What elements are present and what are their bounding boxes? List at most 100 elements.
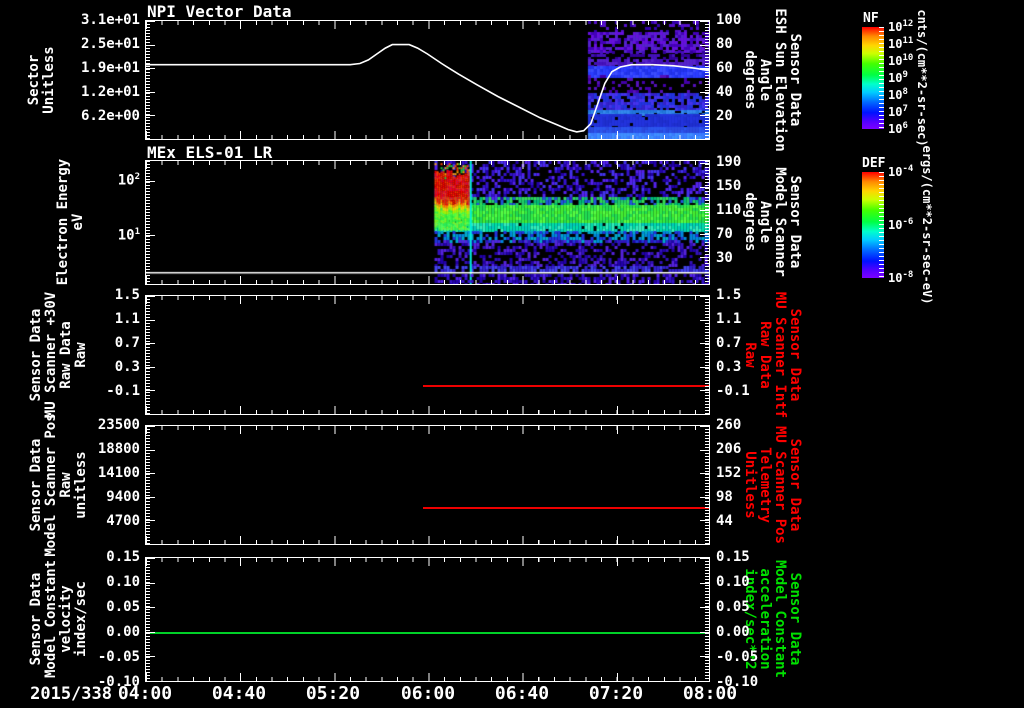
y-tick-label: 14100: [97, 465, 140, 481]
axis-label-line: Model Constant: [772, 559, 788, 678]
y-tick-label: 70: [716, 226, 733, 242]
axis-tick-marks: [705, 558, 709, 681]
y-tick-label: 206: [716, 441, 742, 457]
spectrogram-canvas: [146, 161, 709, 284]
colorbar-tick-ruler: [879, 172, 884, 278]
colorbar-tick-label: 10-6: [888, 217, 914, 232]
y-major-tick: [700, 497, 709, 498]
y-tick-label: 1.9e+01: [80, 60, 140, 76]
y-major-tick: [700, 390, 709, 391]
y-major-tick: [146, 343, 155, 344]
y-tick-label: -0.10: [97, 674, 140, 690]
y-tick-label: 4700: [106, 513, 140, 529]
x-tick-label: 04:40: [211, 683, 267, 704]
y-major-tick: [700, 296, 709, 297]
y-tick-label: 0.10: [716, 574, 750, 590]
y-tick-label: 0.7: [114, 335, 140, 351]
axis-tick-marks: [146, 558, 150, 681]
y-tick-label: 6.2e+00: [80, 108, 140, 124]
x-tick-label: 05:20: [305, 683, 361, 704]
colorbar-tick-label: 1011: [888, 36, 914, 51]
y-major-tick: [146, 390, 155, 391]
axis-tick-marks: [705, 426, 709, 544]
y-tick-label: 60: [716, 60, 733, 76]
plot-figure: NPI Vector Data MEx ELS-01 LR 3.1e+01 2.5…: [0, 0, 1024, 708]
y-major-tick: [700, 92, 709, 93]
y-major-tick: [146, 92, 155, 93]
y-major-tick: [700, 187, 709, 188]
y-tick-label: 102: [117, 172, 140, 189]
y-major-tick: [700, 367, 709, 368]
y-major-tick: [146, 181, 155, 182]
colorbar-tick-label: 107: [888, 104, 908, 119]
y-tick-label: 152: [716, 465, 742, 481]
axis-tick-marks: [146, 276, 709, 284]
colorbar-tick-label: 108: [888, 87, 908, 102]
y-major-tick: [146, 68, 155, 69]
y-major-tick: [700, 68, 709, 69]
y-tick-label: 98: [716, 489, 733, 505]
y-tick-label: 80: [716, 36, 733, 52]
elevation-angle-curve: [146, 43, 709, 133]
y-tick-label: 0.00: [716, 624, 750, 640]
colorbar-tick-label: 109: [888, 70, 908, 85]
y-major-tick: [146, 115, 155, 116]
y-tick-label: 23500: [97, 417, 140, 433]
y-tick-label: 0.10: [106, 574, 140, 590]
colorbar-tick-label: 106: [888, 121, 908, 136]
panel1-title: NPI Vector Data: [147, 2, 292, 21]
y-major-tick: [700, 257, 709, 258]
y-major-tick: [700, 21, 709, 22]
y-major-tick: [700, 210, 709, 211]
y-tick-label: 190: [716, 154, 742, 170]
y-major-tick: [146, 450, 155, 451]
axis-tick-marks: [146, 673, 709, 681]
colorbar-def-unit: ergs/(cm**2-sr-sec-eV): [920, 145, 934, 305]
y-major-tick: [700, 681, 709, 682]
axis-tick-marks: [146, 536, 709, 544]
y-major-tick: [700, 656, 709, 657]
y-major-tick: [146, 473, 155, 474]
axis-label-line: Sensor Data: [787, 572, 803, 666]
y-tick-label: 18800: [97, 441, 140, 457]
y-major-tick: [146, 558, 155, 559]
y-tick-label: -0.05: [716, 649, 759, 665]
y-major-tick: [146, 583, 155, 584]
y-tick-label: 0.7: [716, 335, 742, 351]
axis-tick-marks: [146, 296, 150, 414]
y-major-tick: [146, 632, 155, 633]
y-major-tick: [700, 473, 709, 474]
colorbar-tick-label: 10-8: [888, 270, 914, 285]
y-major-tick: [146, 656, 155, 657]
y-major-tick: [700, 632, 709, 633]
data-line-5: [146, 632, 709, 634]
axis-tick-marks: [705, 296, 709, 414]
y-major-tick: [700, 558, 709, 559]
colorbar-nf: [862, 27, 884, 129]
axis-tick-marks: [705, 161, 709, 284]
axis-tick-marks: [705, 21, 709, 139]
y-tick-label: -0.05: [97, 649, 140, 665]
y-tick-label: 0.3: [716, 359, 742, 375]
colorbar-tick-label: 1010: [888, 53, 914, 68]
curve-path: [146, 43, 709, 133]
y-major-tick: [700, 45, 709, 46]
y-major-tick: [146, 235, 155, 236]
y-major-tick: [146, 426, 155, 427]
axis-tick-marks: [146, 406, 709, 414]
colorbar-tick-label: 10-4: [888, 164, 914, 179]
y-tick-label: 1.1: [114, 311, 140, 327]
y-tick-label: 1.5: [716, 287, 742, 303]
y-tick-label: 0.15: [106, 549, 140, 565]
y-major-tick: [146, 21, 155, 22]
y-tick-label: 260: [716, 417, 742, 433]
y-axis-label-right-5: Sensor Data Model Constant acceleration …: [742, 469, 803, 708]
y-major-tick: [146, 607, 155, 608]
y-tick-label: 40: [716, 84, 733, 100]
y-tick-label: 9400: [106, 489, 140, 505]
plot-panel-3: [145, 295, 710, 415]
y-tick-label: 0.15: [716, 549, 750, 565]
y-major-tick: [700, 234, 709, 235]
y-major-tick: [700, 115, 709, 116]
axis-tick-marks: [146, 21, 150, 139]
